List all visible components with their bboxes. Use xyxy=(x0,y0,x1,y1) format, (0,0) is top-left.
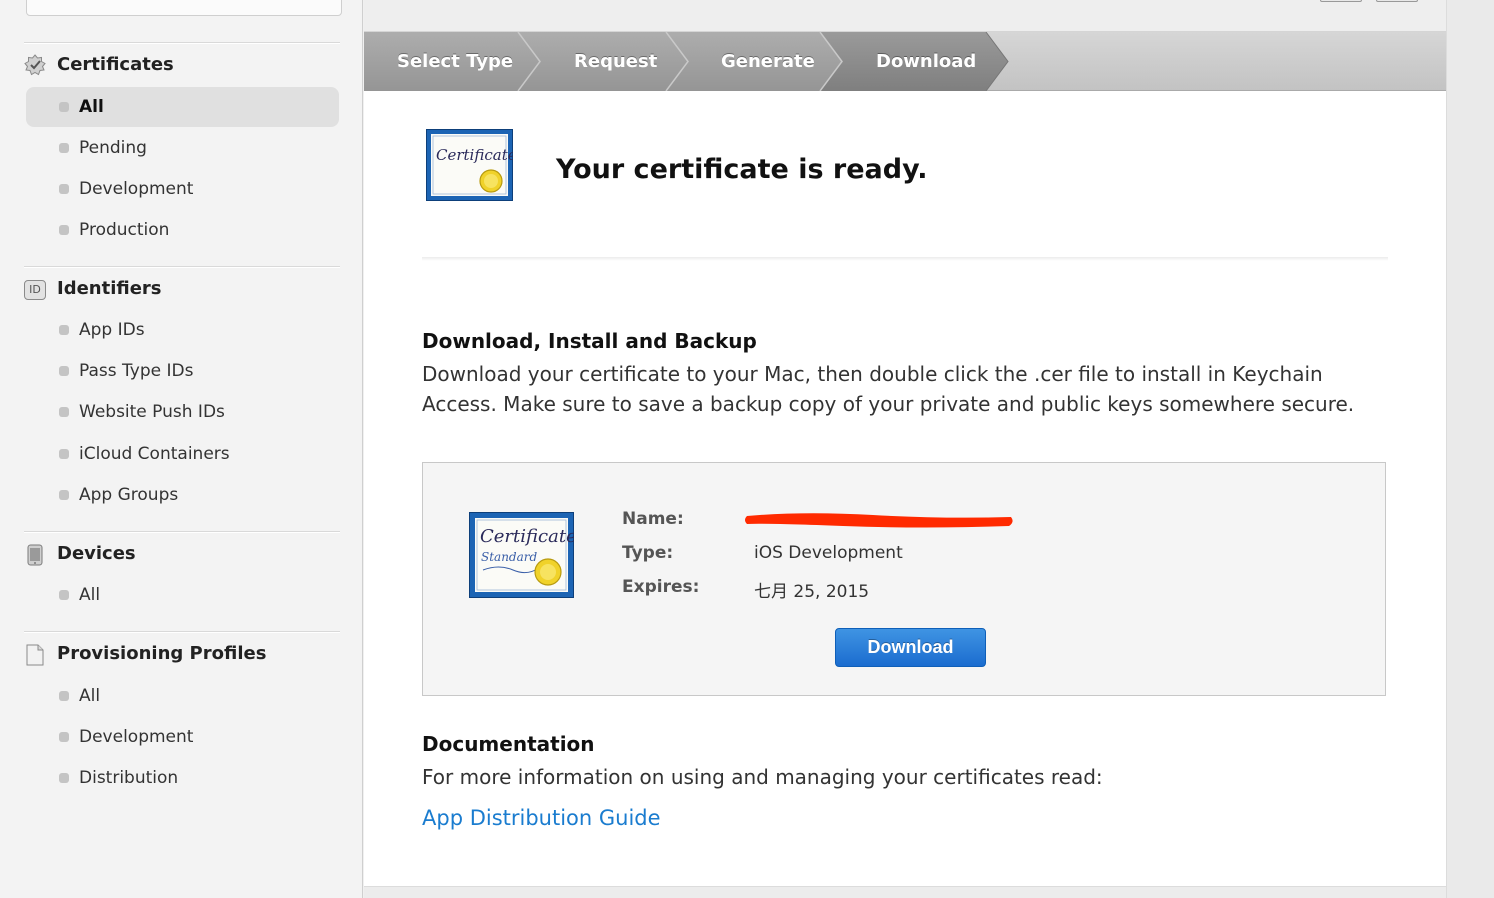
step-generate: Generate xyxy=(721,51,815,72)
sidebar-item-icloud-containers[interactable]: iCloud Containers xyxy=(26,434,339,474)
device-icon xyxy=(23,543,47,567)
section-title-provisioning-profiles[interactable]: Provisioning Profiles xyxy=(57,643,266,665)
sidebar-item-label: Development xyxy=(79,179,194,199)
bullet-icon xyxy=(59,143,69,153)
sidebar-item-label: iCloud Containers xyxy=(79,444,230,464)
sidebar-item-label: All xyxy=(79,686,101,706)
sidebar-item-certificates-all[interactable]: All xyxy=(26,87,339,127)
certificate-icon-subtitle: Standard xyxy=(481,550,537,564)
bullet-icon xyxy=(59,407,69,417)
sidebar-item-label: Development xyxy=(79,727,194,747)
expires-label: Expires: xyxy=(622,577,700,597)
sidebar-item-app-groups[interactable]: App Groups xyxy=(26,475,339,515)
top-control[interactable] xyxy=(1376,0,1418,2)
certificate-icon-title: Certificate xyxy=(480,526,574,547)
documentation-text: For more information on using and managi… xyxy=(422,765,1103,789)
sidebar-divider xyxy=(24,631,340,632)
document-icon xyxy=(23,643,47,667)
certificate-standard-icon: Certificate Standard xyxy=(469,512,577,598)
bullet-icon xyxy=(59,490,69,500)
sidebar-item-label: All xyxy=(79,97,104,117)
install-description: Download your certificate to your Mac, t… xyxy=(422,362,1355,416)
section-title-devices[interactable]: Devices xyxy=(57,543,136,565)
step-request: Request xyxy=(574,51,658,72)
bullet-icon xyxy=(59,225,69,235)
sidebar-item-profiles-all[interactable]: All xyxy=(26,676,339,716)
sidebar-divider xyxy=(24,531,340,532)
bullet-icon xyxy=(59,732,69,742)
sidebar-search-field[interactable] xyxy=(26,0,342,16)
sidebar-item-label: Production xyxy=(79,220,170,240)
top-control[interactable] xyxy=(1320,0,1362,2)
page-title: Your certificate is ready. xyxy=(556,154,928,185)
bullet-icon xyxy=(59,366,69,376)
right-margin xyxy=(1446,0,1494,898)
bullet-icon xyxy=(59,325,69,335)
sidebar-item-label: All xyxy=(79,585,101,605)
main-bottom-edge xyxy=(364,886,1446,898)
sidebar-item-app-ids[interactable]: App IDs xyxy=(26,310,339,350)
certificate-icon: Certificate xyxy=(426,129,517,201)
step-download: Download xyxy=(876,51,977,72)
sidebar-item-label: App Groups xyxy=(79,485,179,505)
id-icon-text: ID xyxy=(24,280,46,300)
expires-value: 七月 25, 2015 xyxy=(754,582,870,602)
sidebar-item-profiles-development[interactable]: Development xyxy=(26,717,339,757)
sidebar-item-certificates-production[interactable]: Production xyxy=(26,210,339,250)
sidebar-item-profiles-distribution[interactable]: Distribution xyxy=(26,758,339,798)
sidebar-item-label: App IDs xyxy=(79,320,145,340)
sidebar-item-label: Website Push IDs xyxy=(79,402,225,422)
app-distribution-guide-link[interactable]: App Distribution Guide xyxy=(422,806,661,830)
redaction-mark xyxy=(743,509,1015,531)
certificate-badge-icon xyxy=(23,53,47,77)
top-strip xyxy=(364,0,1446,32)
certificate-details-panel: Certificate Standard Name: Type: iOS Dev… xyxy=(422,462,1386,696)
type-value: iOS Development xyxy=(754,543,903,563)
sidebar-item-label: Pass Type IDs xyxy=(79,361,194,381)
bullet-icon xyxy=(59,102,69,112)
sidebar-item-label: Distribution xyxy=(79,768,179,788)
certificate-icon-text: Certificate xyxy=(436,146,513,164)
bullet-icon xyxy=(59,691,69,701)
bullet-icon xyxy=(59,184,69,194)
sidebar-divider xyxy=(24,42,340,43)
sidebar-item-label: Pending xyxy=(79,138,147,158)
sidebar: Certificates All Pending Development Pro… xyxy=(0,0,363,898)
sidebar-divider xyxy=(24,266,340,267)
name-label: Name: xyxy=(622,509,684,529)
sidebar-item-website-push-ids[interactable]: Website Push IDs xyxy=(26,392,339,432)
sidebar-item-certificates-pending[interactable]: Pending xyxy=(26,128,339,168)
step-select-type: Select Type xyxy=(397,51,514,72)
sidebar-item-pass-type-ids[interactable]: Pass Type IDs xyxy=(26,351,339,391)
sidebar-item-certificates-development[interactable]: Development xyxy=(26,169,339,209)
progress-stepper: Select Type Request Generate Download xyxy=(364,32,1446,91)
install-heading: Download, Install and Backup xyxy=(422,329,757,353)
download-button[interactable]: Download xyxy=(835,628,986,667)
bullet-icon xyxy=(59,773,69,783)
bullet-icon xyxy=(59,449,69,459)
header-divider xyxy=(422,257,1388,261)
section-title-certificates[interactable]: Certificates xyxy=(57,54,174,76)
bullet-icon xyxy=(59,590,69,600)
type-label: Type: xyxy=(622,543,674,563)
id-icon: ID xyxy=(23,278,47,302)
section-title-identifiers[interactable]: Identifiers xyxy=(57,278,162,300)
sidebar-item-devices-all[interactable]: All xyxy=(26,575,339,615)
main-content: Select Type Request Generate Download Ce… xyxy=(364,0,1446,898)
documentation-heading: Documentation xyxy=(422,732,595,756)
